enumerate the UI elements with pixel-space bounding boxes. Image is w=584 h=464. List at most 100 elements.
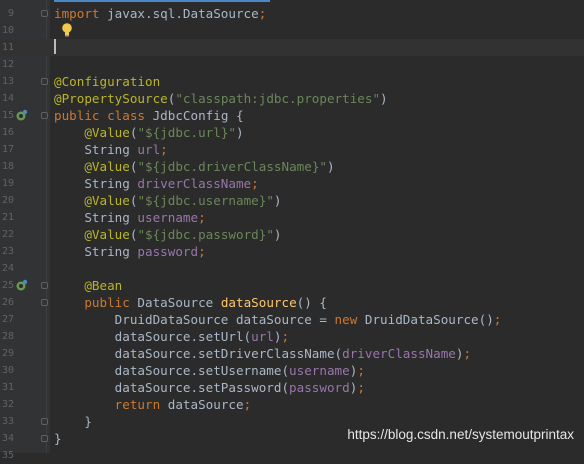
line-number: 19 [1, 178, 14, 189]
line-number: 11 [1, 42, 14, 53]
code-line[interactable]: 24 [0, 260, 584, 277]
code-line[interactable]: 15 public class JdbcConfig { [0, 107, 584, 124]
code-line[interactable]: 25 @Bean [0, 277, 584, 294]
code-token: ; [463, 346, 472, 361]
line-number: 29 [1, 348, 14, 359]
fold-marker-icon[interactable] [41, 299, 48, 306]
fold-marker-icon[interactable] [41, 78, 48, 85]
code-line[interactable]: 26 public DataSource dataSource() { [0, 294, 584, 311]
code-text: dataSource.setUrl(url); [54, 328, 289, 345]
code-text: dataSource.setDriverClassName(driverClas… [54, 345, 471, 362]
code-text: DruidDataSource dataSource = new DruidDa… [54, 311, 502, 328]
code-line[interactable]: 35 [0, 447, 584, 464]
code-line[interactable]: 32 return dataSource; [0, 396, 584, 413]
code-token: url [251, 329, 274, 344]
code-token: import [54, 6, 108, 21]
code-token: username [289, 363, 350, 378]
code-token: return [114, 397, 168, 412]
code-token: DruidDataSource dataSource = [54, 312, 335, 327]
line-number: 16 [1, 127, 14, 138]
code-text: @Bean [54, 277, 122, 294]
code-token: dataSource.setUsername( [54, 363, 290, 378]
code-text: @PropertySource("classpath:jdbc.properti… [54, 90, 388, 107]
code-token: dataSource [167, 397, 244, 412]
code-token: } [54, 414, 92, 429]
code-line[interactable]: 9 import javax.sql.DataSource; [0, 5, 584, 22]
spring-bean-icon[interactable] [15, 109, 28, 122]
line-number: 18 [1, 161, 14, 172]
code-line[interactable]: 31 dataSource.setPassword(password); [0, 379, 584, 396]
code-line[interactable]: 10 [0, 22, 584, 39]
code-editor[interactable]: 9 import javax.sql.DataSource; 10 11 12 13 @Co… [0, 0, 584, 461]
lightbulb-icon[interactable] [60, 22, 74, 38]
line-number: 15 [1, 110, 14, 121]
code-token: dataSource.setDriverClassName( [54, 346, 343, 361]
line-number: 33 [1, 416, 14, 427]
fold-marker-icon[interactable] [41, 282, 48, 289]
code-line[interactable]: 12 [0, 56, 584, 73]
line-number: 31 [1, 382, 14, 393]
code-token: @Value [84, 193, 130, 208]
code-line[interactable]: 29 dataSource.setDriverClassName(driverC… [0, 345, 584, 362]
fold-marker-icon[interactable] [41, 418, 48, 425]
code-line[interactable]: 27 DruidDataSource dataSource = new Drui… [0, 311, 584, 328]
code-text: @Value("${jdbc.driverClassName}") [54, 158, 335, 175]
code-text: String driverClassName; [54, 175, 258, 192]
code-token: ) [327, 159, 335, 174]
code-line[interactable]: 13 @Configuration [0, 73, 584, 90]
code-token: ; [357, 380, 365, 395]
line-number: 26 [1, 297, 14, 308]
code-line[interactable]: 18 @Value("${jdbc.driverClassName}") [0, 158, 584, 175]
code-token: dataSource.setUrl( [54, 329, 252, 344]
text-caret [54, 39, 56, 54]
code-text: public class JdbcConfig { [54, 107, 244, 124]
code-line[interactable]: 21 String username; [0, 209, 584, 226]
fold-marker-icon[interactable] [41, 10, 48, 17]
line-number: 30 [1, 365, 14, 376]
code-token: ; [198, 244, 206, 259]
code-token: DataSource [137, 295, 221, 310]
line-number: 24 [1, 263, 14, 274]
code-text: public DataSource dataSource() { [54, 294, 327, 311]
code-line[interactable]: 23 String password; [0, 243, 584, 260]
bean-method-icon[interactable] [15, 279, 28, 292]
code-token: ; [357, 363, 365, 378]
code-line[interactable]: 17 String url; [0, 141, 584, 158]
code-line[interactable]: 20 @Value("${jdbc.username}") [0, 192, 584, 209]
code-line[interactable]: 14 @PropertySource("classpath:jdbc.proper… [0, 90, 584, 107]
code-token: JdbcConfig { [152, 108, 244, 123]
code-token: driverClassName [342, 346, 456, 361]
code-token: @Value [84, 125, 130, 140]
line-number: 10 [1, 25, 14, 36]
code-text: String password; [54, 243, 206, 260]
code-token: String [54, 244, 138, 259]
code-line[interactable]: 16 @Value("${jdbc.url}") [0, 124, 584, 141]
code-text: import javax.sql.DataSource; [54, 5, 266, 22]
code-token: ) [273, 227, 282, 242]
code-text: return dataSource; [54, 396, 252, 413]
code-text: @Value("${jdbc.password}") [54, 226, 282, 243]
line-number: 14 [1, 93, 14, 104]
code-token: "${jdbc.password}" [137, 227, 274, 242]
code-token: ; [160, 142, 168, 157]
fold-marker-icon[interactable] [41, 435, 48, 442]
code-line[interactable]: 30 dataSource.setUsername(username); [0, 362, 584, 379]
fold-marker-icon[interactable] [41, 112, 48, 119]
code-line[interactable]: 22 @Value("${jdbc.password}") [0, 226, 584, 243]
code-token: url [137, 142, 161, 157]
code-line[interactable]: 11 [0, 39, 584, 56]
code-text: dataSource.setUsername(username); [54, 362, 365, 379]
line-number: 17 [1, 144, 14, 155]
code-line[interactable]: 28 dataSource.setUrl(url); [0, 328, 584, 345]
code-token: @Value [84, 159, 130, 174]
code-token: dataSource.setPassword( [54, 380, 290, 395]
code-line[interactable]: 19 String driverClassName; [0, 175, 584, 192]
line-number: 35 [1, 450, 14, 461]
line-number: 32 [1, 399, 14, 410]
code-token: javax.sql.DataSource [107, 6, 259, 21]
code-text: @Configuration [54, 73, 160, 90]
